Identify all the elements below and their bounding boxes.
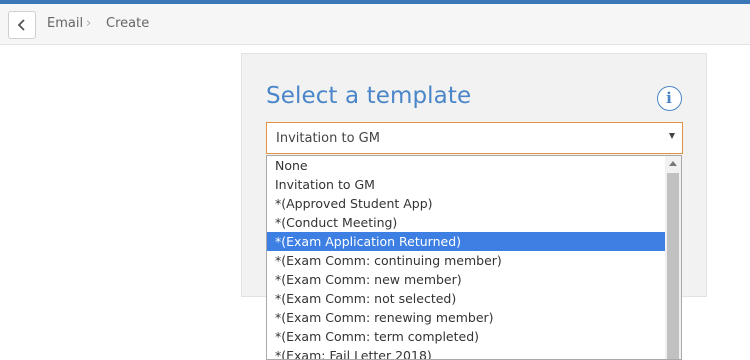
breadcrumb-create: Create — [106, 16, 150, 31]
template-option[interactable]: Invitation to GM — [267, 175, 665, 194]
template-option-highlighted[interactable]: *(Exam Application Returned) — [267, 232, 665, 251]
breadcrumb-email[interactable]: Email — [47, 16, 83, 31]
template-option[interactable]: *(Conduct Meeting) — [267, 213, 665, 232]
breadcrumb-separator: › — [86, 16, 92, 31]
template-option[interactable]: *(Exam Comm: not selected) — [267, 289, 665, 308]
template-option[interactable]: *(Exam Comm: renewing member) — [267, 308, 665, 327]
header-bar: Email › Create — [0, 4, 750, 45]
template-select-value: Invitation to GM — [276, 131, 380, 146]
template-option[interactable]: *(Exam Comm: term completed) — [267, 327, 665, 346]
template-option[interactable]: *(Approved Student App) — [267, 194, 665, 213]
dropdown-scrollbar[interactable] — [665, 156, 681, 359]
template-option[interactable]: *(Exam Comm: continuing member) — [267, 251, 665, 270]
template-dropdown-list[interactable]: None Invitation to GM *(Approved Student… — [266, 155, 682, 360]
caret-down-icon — [669, 133, 675, 139]
panel-title: Select a template — [266, 83, 472, 109]
chevron-left-icon — [17, 19, 25, 31]
info-button[interactable]: i — [657, 86, 682, 111]
back-button[interactable] — [8, 11, 36, 39]
template-option[interactable]: *(Exam: Fail Letter 2018) — [267, 346, 665, 359]
template-option[interactable]: *(Exam Comm: new member) — [267, 270, 665, 289]
template-select[interactable]: Invitation to GM — [266, 122, 683, 154]
scroll-up-arrow-icon[interactable] — [669, 161, 677, 166]
template-option[interactable]: None — [267, 156, 665, 175]
info-icon: i — [666, 89, 672, 107]
scrollbar-thumb[interactable] — [667, 173, 679, 359]
